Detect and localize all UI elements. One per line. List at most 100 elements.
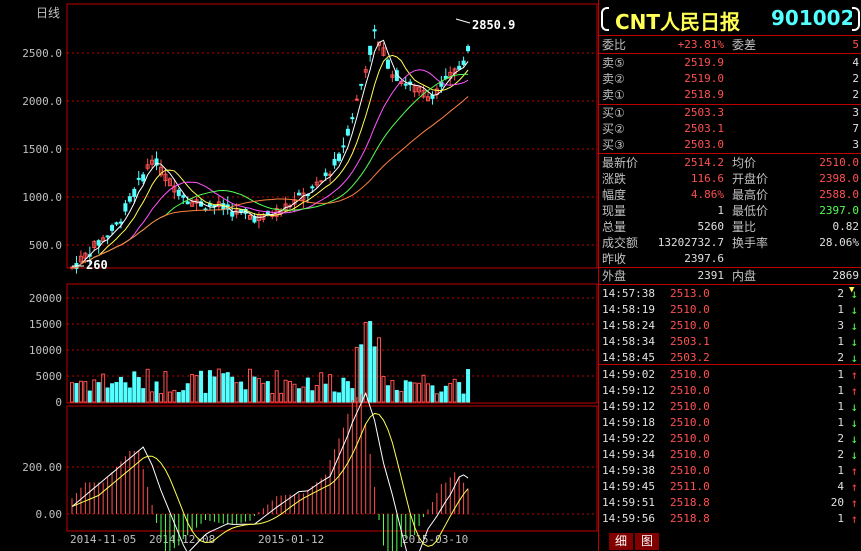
tick-time: 14:59:12: [602, 384, 655, 397]
stat-value: 1: [717, 204, 724, 217]
volume-bar: [283, 379, 288, 403]
candle-body: [230, 211, 235, 217]
buy-qty: 3: [852, 106, 859, 119]
volume-bar: [452, 378, 457, 403]
candle-body: [466, 46, 471, 52]
chart-canvas[interactable]: 日线 2500.0 2000.0 1500.0 1000.0 500.0 20000 1500…: [0, 0, 598, 551]
tick-volume: 1: [837, 400, 844, 413]
sell-level-label: 卖⑤: [602, 56, 625, 70]
volume-bar: [87, 390, 92, 403]
candle-body: [296, 192, 301, 196]
tick-row[interactable]: 14:59:38 2510.0 1 ↑: [599, 463, 861, 479]
volume-bar: [314, 384, 319, 403]
volume-bar: [154, 381, 159, 403]
tick-price: 2518.8: [670, 496, 710, 509]
buy-level-label: 买③: [602, 138, 625, 152]
volume-bar: [105, 387, 110, 403]
arrow-down-icon: ↓: [850, 416, 858, 430]
buy-level-row: 买③ 2503.0 3: [599, 137, 861, 153]
tick-row[interactable]: 14:59:51 2518.8 20 ↑: [599, 495, 861, 511]
tick-time: 14:59:51: [602, 496, 655, 509]
candle-body: [403, 83, 408, 86]
tick-row[interactable]: 14:59:22 2510.0 2 ↓: [599, 431, 861, 447]
volume-bar: [243, 389, 248, 403]
stat-label: 现量: [602, 204, 627, 218]
volume-bar: [421, 374, 426, 403]
tab-chart[interactable]: 图: [635, 533, 659, 550]
tick-row[interactable]: 14:59:56 2518.8 1 ↑: [599, 511, 861, 527]
stat-label: 成交额: [602, 236, 639, 250]
volume-bar: [92, 379, 97, 403]
tick-row[interactable]: 14:57:38 2513.0 2 ↓: [599, 286, 861, 302]
tick-row[interactable]: 14:59:12 2510.0 1 ↑: [599, 383, 861, 399]
candle-body: [141, 174, 146, 182]
candle-body: [323, 172, 328, 177]
candle-body: [345, 128, 350, 136]
volume-bar: [337, 392, 341, 403]
tick-time: 14:59:34: [602, 448, 655, 461]
tick-time: 14:58:19: [602, 303, 655, 316]
volume-bar: [212, 376, 217, 403]
stat-value: 4.86%: [690, 188, 724, 201]
stat-label: 总量: [602, 220, 627, 234]
volume-bar: [319, 372, 324, 403]
candle-body: [359, 83, 364, 86]
volume-bar: [292, 383, 297, 403]
tick-row[interactable]: 14:58:19 2510.0 1 ↓: [599, 302, 861, 318]
sell-level-row: 卖② 2519.0 2: [599, 71, 861, 87]
volume-bar: [265, 381, 270, 403]
volume-bar: [74, 383, 79, 403]
volume-bar: [78, 380, 83, 403]
tab-detail[interactable]: 细: [609, 533, 633, 550]
tick-time: 14:59:38: [602, 464, 655, 477]
tick-row[interactable]: 14:59:02 2510.0 1 ↑: [599, 367, 861, 383]
candle-body: [319, 180, 324, 183]
arrow-down-icon: ↓: [850, 335, 858, 349]
candle-body: [350, 117, 355, 120]
tick-row[interactable]: 14:59:34 2510.0 2 ↓: [599, 447, 861, 463]
buy-qty: 7: [852, 122, 859, 135]
candle-body: [368, 45, 373, 55]
date-label: 2014-11-05: [70, 533, 136, 546]
kline-chart[interactable]: 日线 2500.0 2000.0 1500.0 1000.0 500.0 20000 1500…: [0, 0, 598, 551]
volume-bar: [363, 321, 368, 403]
candle-body: [341, 145, 346, 148]
tick-row[interactable]: 14:58:24 2510.0 3 ↓: [599, 318, 861, 334]
stat-label: 开盘价: [732, 172, 769, 186]
stat-label: 最低价: [732, 204, 769, 218]
candle-body: [385, 59, 390, 69]
sell-qty: 2: [852, 88, 859, 101]
volume-bar: [332, 391, 337, 403]
tick-row[interactable]: 14:59:18 2510.0 1 ↓: [599, 415, 861, 431]
volume-bar: [385, 385, 390, 403]
volume-bar: [305, 377, 310, 403]
tick-price: 2510.0: [670, 400, 710, 413]
candle-body: [118, 221, 123, 224]
waipan-row: 外盘 2391 内盘 2869: [599, 268, 861, 284]
tick-row[interactable]: 14:58:34 2503.1 1 ↓: [599, 334, 861, 350]
tick-row[interactable]: 14:59:45 2511.0 4 ↑: [599, 479, 861, 495]
tick-time: 14:59:22: [602, 432, 655, 445]
zuoshou-value: 2397.6: [684, 252, 724, 265]
tick-time: 14:59:45: [602, 480, 655, 493]
candle-body: [461, 60, 466, 65]
tick-row[interactable]: 14:59:12 2510.0 1 ↓: [599, 399, 861, 415]
volume-bar: [261, 382, 266, 403]
tick-volume: 1: [837, 416, 844, 429]
volume-bar: [252, 376, 257, 403]
buy-level-label: 买①: [602, 106, 625, 120]
stat-value: 2397.0: [819, 204, 859, 217]
volume-bar: [390, 379, 395, 403]
candle-body: [136, 177, 141, 180]
next-stock-bracket[interactable]: [852, 7, 860, 31]
sell-qty: 4: [852, 56, 859, 69]
prev-stock-bracket[interactable]: [601, 7, 609, 31]
candle-body: [310, 186, 315, 189]
volume-bar: [448, 382, 453, 403]
volume-bar: [345, 381, 350, 403]
price-pane-frame: [66, 3, 598, 269]
volume-bar: [439, 391, 444, 403]
stock-title: CNT人民日报 901002: [599, 4, 861, 34]
tick-volume: 20: [830, 496, 844, 509]
candle-body: [372, 29, 377, 32]
